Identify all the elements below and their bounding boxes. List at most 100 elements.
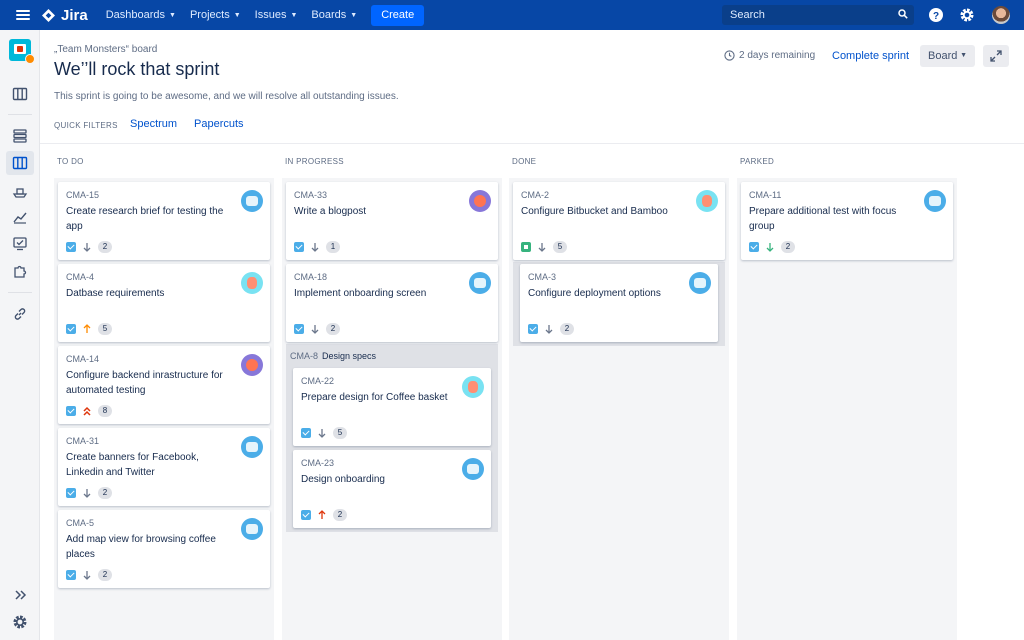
- priority-low-icon: [531, 241, 548, 253]
- active-sprint-icon[interactable]: [6, 151, 34, 175]
- project-badge-icon: [25, 54, 35, 64]
- assignee-avatar[interactable]: [924, 190, 946, 212]
- assignee-avatar[interactable]: [241, 518, 263, 540]
- complete-sprint-button[interactable]: Complete sprint: [832, 50, 909, 62]
- sprint-description: This sprint is going to be awesome, and …: [54, 91, 399, 102]
- releases-icon[interactable]: [10, 182, 30, 202]
- menu-label: Dashboards: [105, 9, 166, 21]
- task-icon: [66, 406, 76, 416]
- assignee-avatar[interactable]: [462, 458, 484, 480]
- issue-key[interactable]: CMA-3: [528, 272, 556, 282]
- issue-card[interactable]: CMA-31 Create banners for Facebook, Linke…: [58, 428, 270, 506]
- search-input[interactable]: Search: [722, 5, 914, 25]
- story-points-badge: 2: [98, 569, 112, 581]
- assignee-avatar[interactable]: [469, 190, 491, 212]
- assignee-avatar[interactable]: [469, 272, 491, 294]
- reports-icon[interactable]: [10, 207, 30, 227]
- puzzle-icon: [14, 265, 27, 278]
- issue-card[interactable]: CMA-33 Write a blogpost 1: [286, 182, 498, 260]
- story-points-badge: 2: [560, 323, 574, 335]
- priority-low-icon: [304, 241, 321, 253]
- jira-diamond-icon: [42, 8, 55, 22]
- gear-icon[interactable]: [959, 7, 975, 23]
- board-name[interactable]: „Team Monsters“ board: [54, 44, 157, 55]
- issue-summary: Prepare additional test with focus group: [749, 206, 897, 232]
- issue-key[interactable]: CMA-15: [66, 190, 99, 200]
- board-dropdown[interactable]: Board ▼: [920, 45, 975, 67]
- backlog-board-icon[interactable]: [10, 84, 30, 104]
- story-points-badge: 5: [553, 241, 567, 253]
- issue-key[interactable]: CMA-23: [301, 458, 334, 468]
- issue-card[interactable]: CMA-5 Add map view for browsing coffee pl…: [58, 510, 270, 588]
- issue-card[interactable]: CMA-4 Datbase requirements 5: [58, 264, 270, 342]
- column-title-done: DONE: [512, 157, 537, 166]
- ship-icon: [12, 188, 28, 198]
- issue-meta: 1: [294, 241, 340, 253]
- issue-card[interactable]: CMA-15 Create research brief for testing …: [58, 182, 270, 260]
- settings-gear-icon[interactable]: [12, 614, 28, 630]
- jira-logo[interactable]: Jira: [42, 7, 88, 24]
- assignee-avatar[interactable]: [241, 354, 263, 376]
- task-icon: [528, 324, 538, 334]
- user-avatar[interactable]: [992, 6, 1010, 24]
- tests-icon[interactable]: [10, 234, 30, 254]
- issue-summary: Configure Bitbucket and Bamboo: [521, 206, 668, 217]
- issue-card[interactable]: CMA-2 Configure Bitbucket and Bamboo 5: [513, 182, 725, 260]
- quick-filter-papercuts[interactable]: Papercuts: [194, 118, 244, 130]
- issue-card[interactable]: CMA-18 Implement onboarding screen 2: [286, 264, 498, 342]
- assignee-avatar[interactable]: [689, 272, 711, 294]
- issue-key[interactable]: CMA-5: [66, 518, 94, 528]
- issue-key[interactable]: CMA-4: [66, 272, 94, 282]
- menu-boards[interactable]: Boards ▼: [311, 5, 357, 26]
- story-points-badge: 5: [98, 323, 112, 335]
- epic-group-header[interactable]: CMA-8 Design specs: [290, 351, 376, 361]
- task-icon: [301, 428, 311, 438]
- issue-card[interactable]: CMA-23 Design onboarding 2: [293, 450, 491, 528]
- issue-card[interactable]: CMA-14 Configure backend inrastructure fo…: [58, 346, 270, 424]
- story-points-badge: 2: [98, 487, 112, 499]
- header-divider: [40, 143, 1024, 144]
- shortcuts-icon[interactable]: [10, 304, 30, 324]
- create-button[interactable]: Create: [371, 4, 425, 26]
- menu-icon[interactable]: [16, 8, 30, 22]
- backlog-icon[interactable]: [10, 126, 30, 146]
- priority-high-icon: [311, 509, 328, 521]
- issue-summary: Create research brief for testing the ap…: [66, 206, 224, 232]
- priority-low-icon: [538, 323, 555, 335]
- page-title: We’’ll rock that sprint: [54, 59, 220, 79]
- issue-key[interactable]: CMA-22: [301, 376, 334, 386]
- task-icon: [749, 242, 759, 252]
- menu-label: Boards: [311, 9, 347, 21]
- quick-filters-label: QUICK FILTERS: [54, 121, 118, 130]
- issue-meta: 5: [66, 323, 112, 335]
- fullscreen-button[interactable]: [983, 45, 1009, 67]
- svg-text:?: ?: [933, 11, 939, 22]
- search-icon[interactable]: [898, 9, 908, 19]
- chevron-down-icon: ▼: [290, 11, 298, 19]
- assignee-avatar[interactable]: [241, 272, 263, 294]
- issue-card[interactable]: CMA-3 Configure deployment options 2: [520, 264, 718, 342]
- issue-key[interactable]: CMA-2: [521, 190, 549, 200]
- quick-filter-spectrum[interactable]: Spectrum: [130, 118, 177, 130]
- issue-key[interactable]: CMA-33: [294, 190, 327, 200]
- priority-low-icon: [76, 487, 93, 499]
- assignee-avatar[interactable]: [241, 436, 263, 458]
- assignee-avatar[interactable]: [696, 190, 718, 212]
- assignee-avatar[interactable]: [462, 376, 484, 398]
- menu-issues[interactable]: Issues ▼: [255, 5, 298, 26]
- menu-dashboards[interactable]: Dashboards ▼: [106, 5, 176, 26]
- addons-icon[interactable]: [10, 261, 30, 281]
- issue-key[interactable]: CMA-31: [66, 436, 99, 446]
- issue-card[interactable]: CMA-11 Prepare additional test with focus…: [741, 182, 953, 260]
- issue-key[interactable]: CMA-14: [66, 354, 99, 364]
- menu-projects[interactable]: Projects ▼: [190, 5, 241, 26]
- help-icon[interactable]: ?: [928, 7, 944, 23]
- expand-sidebar-icon[interactable]: [12, 587, 28, 603]
- chevron-down-icon: ▼: [169, 11, 176, 19]
- priority-low-icon: [76, 569, 93, 581]
- issue-card[interactable]: CMA-22 Prepare design for Coffee basket 5: [293, 368, 491, 446]
- assignee-avatar[interactable]: [241, 190, 263, 212]
- issue-key[interactable]: CMA-18: [294, 272, 327, 282]
- story-points-badge: 5: [333, 427, 347, 439]
- issue-key[interactable]: CMA-11: [749, 190, 781, 200]
